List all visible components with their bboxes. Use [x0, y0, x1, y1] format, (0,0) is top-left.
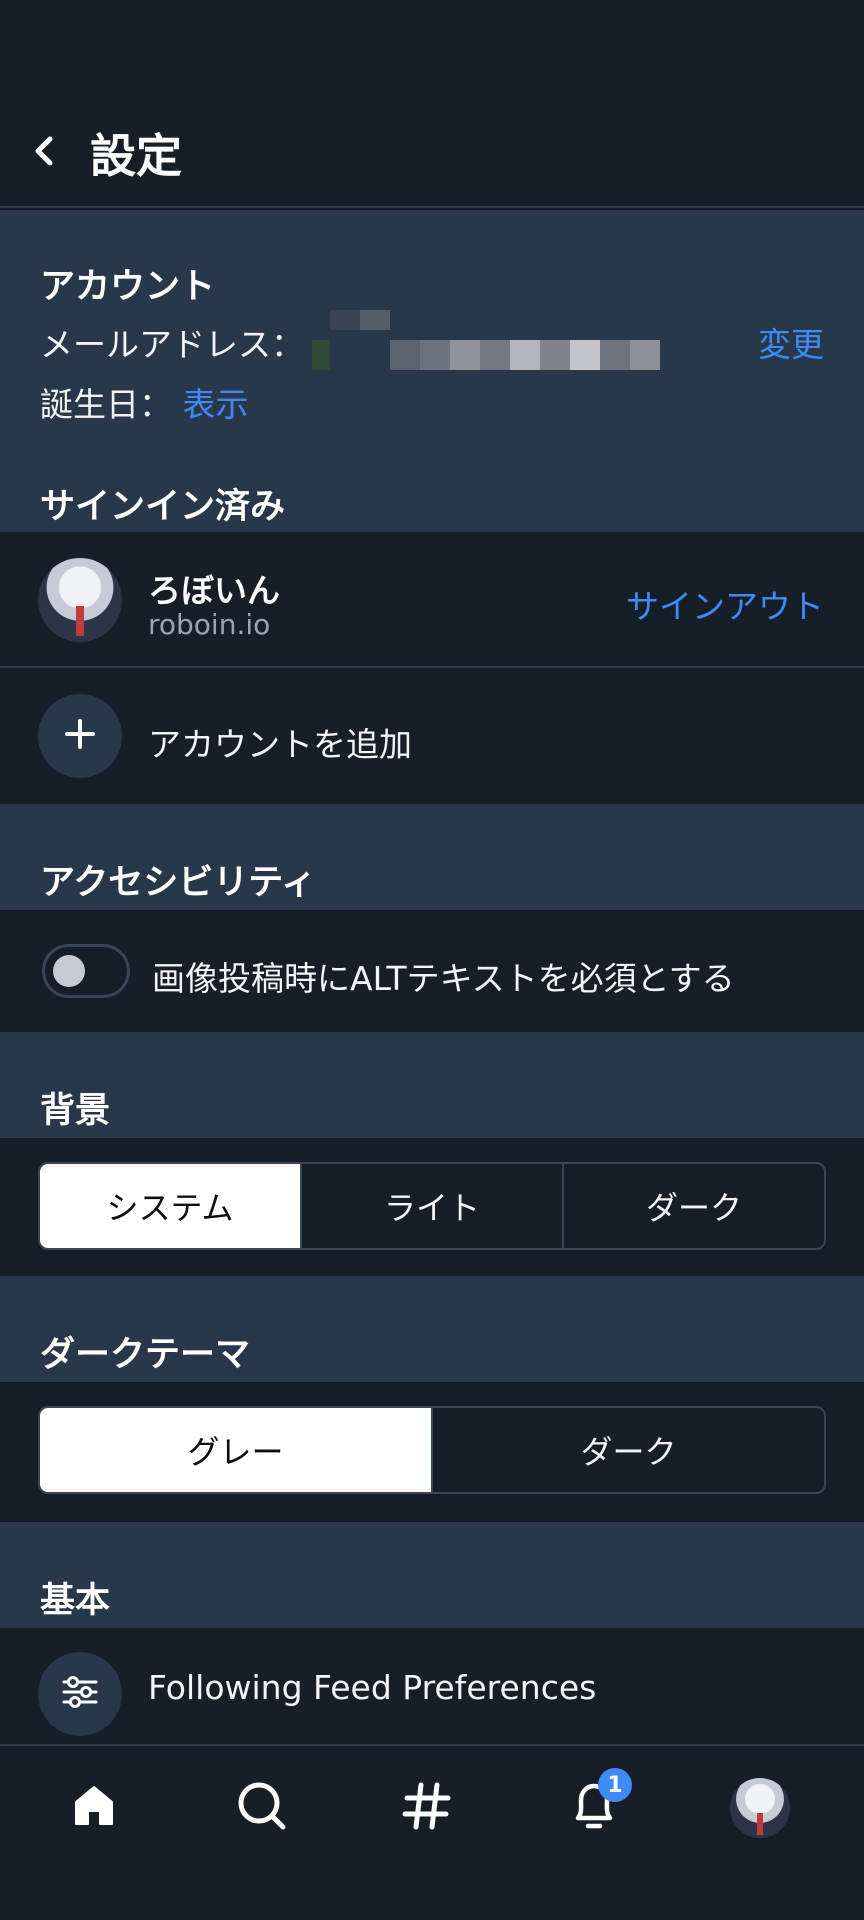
alt-text-required-row[interactable]: 画像投稿時にALTテキストを必須とする — [0, 910, 864, 1032]
sign-out-button[interactable]: サインアウト — [626, 580, 824, 628]
settings-screen: 設定 アカウント メールアドレス： 変更 誕生日： 表示 サインイン済み ろぼい… — [0, 0, 864, 1920]
nav-notifications[interactable]: 1 — [554, 1768, 634, 1848]
add-account-button[interactable] — [38, 694, 122, 778]
user-handle: roboin.io — [148, 608, 271, 641]
background-option-light[interactable]: ライト — [300, 1164, 562, 1248]
nav-profile[interactable] — [720, 1768, 800, 1848]
email-label: メールアドレス： — [40, 325, 304, 364]
section-title-basic: 基本 — [40, 1581, 111, 1621]
email-value-redacted — [312, 310, 662, 370]
user-display-name: ろぼいん — [148, 571, 280, 610]
avatar — [38, 558, 122, 642]
section-title-accessibility: アクセシビリティ — [40, 863, 317, 903]
top-bar: 設定 — [0, 100, 864, 208]
background-options-row: システム ライト ダーク — [0, 1138, 864, 1276]
dark-theme-segmented-control: グレー ダーク — [38, 1406, 826, 1494]
background-segmented-control: システム ライト ダーク — [38, 1162, 826, 1250]
plus-icon — [63, 717, 97, 755]
dark-theme-options-row: グレー ダーク — [0, 1382, 864, 1522]
following-feed-preferences-row[interactable]: Following Feed Preferences — [0, 1628, 864, 1744]
nav-home[interactable] — [54, 1768, 134, 1848]
signed-in-account-row[interactable]: ろぼいん roboin.io サインアウト — [0, 532, 864, 666]
email-change-link[interactable]: 変更 — [758, 318, 824, 366]
accessibility-section: アクセシビリティ — [0, 804, 864, 910]
birthday-label: 誕生日： — [40, 385, 172, 424]
profile-avatar — [730, 1778, 790, 1838]
section-title-signed-in: サインイン済み — [40, 487, 286, 527]
home-icon — [70, 1782, 118, 1834]
following-feed-label: Following Feed Preferences — [148, 1668, 597, 1707]
background-option-dark[interactable]: ダーク — [562, 1164, 824, 1248]
account-section: アカウント メールアドレス： 変更 誕生日： 表示 サインイン済み — [0, 210, 864, 532]
hashtag-icon — [401, 1780, 453, 1836]
bottom-navigation: 1 — [0, 1744, 864, 1920]
notification-count-badge: 1 — [598, 1768, 632, 1802]
dark-theme-option-dark[interactable]: ダーク — [431, 1408, 824, 1492]
sliders-icon — [60, 1675, 100, 1713]
add-account-label: アカウントを追加 — [148, 725, 412, 764]
chevron-left-icon — [30, 131, 60, 175]
background-section: 背景 — [0, 1032, 864, 1138]
dark-theme-section: ダークテーマ — [0, 1276, 864, 1382]
nav-feeds[interactable] — [387, 1768, 467, 1848]
birthday-row: 誕生日： 表示 — [40, 378, 249, 426]
alt-text-required-toggle[interactable] — [42, 944, 130, 998]
section-title-dark-theme: ダークテーマ — [40, 1335, 251, 1375]
page-title: 設定 — [90, 129, 182, 183]
add-account-row[interactable]: アカウントを追加 — [0, 668, 864, 804]
background-option-system[interactable]: システム — [40, 1164, 300, 1248]
section-title-background: 背景 — [40, 1091, 111, 1131]
search-icon — [236, 1780, 288, 1836]
following-feed-button[interactable] — [38, 1652, 122, 1736]
alt-text-required-label: 画像投稿時にALTテキストを必須とする — [152, 959, 735, 998]
section-title-account: アカウント — [40, 267, 216, 307]
back-button[interactable] — [0, 99, 90, 207]
status-bar-area — [0, 0, 864, 100]
dark-theme-option-gray[interactable]: グレー — [40, 1408, 431, 1492]
nav-search[interactable] — [222, 1768, 302, 1848]
birthday-show-link[interactable]: 表示 — [183, 385, 249, 424]
basic-section: 基本 — [0, 1522, 864, 1628]
